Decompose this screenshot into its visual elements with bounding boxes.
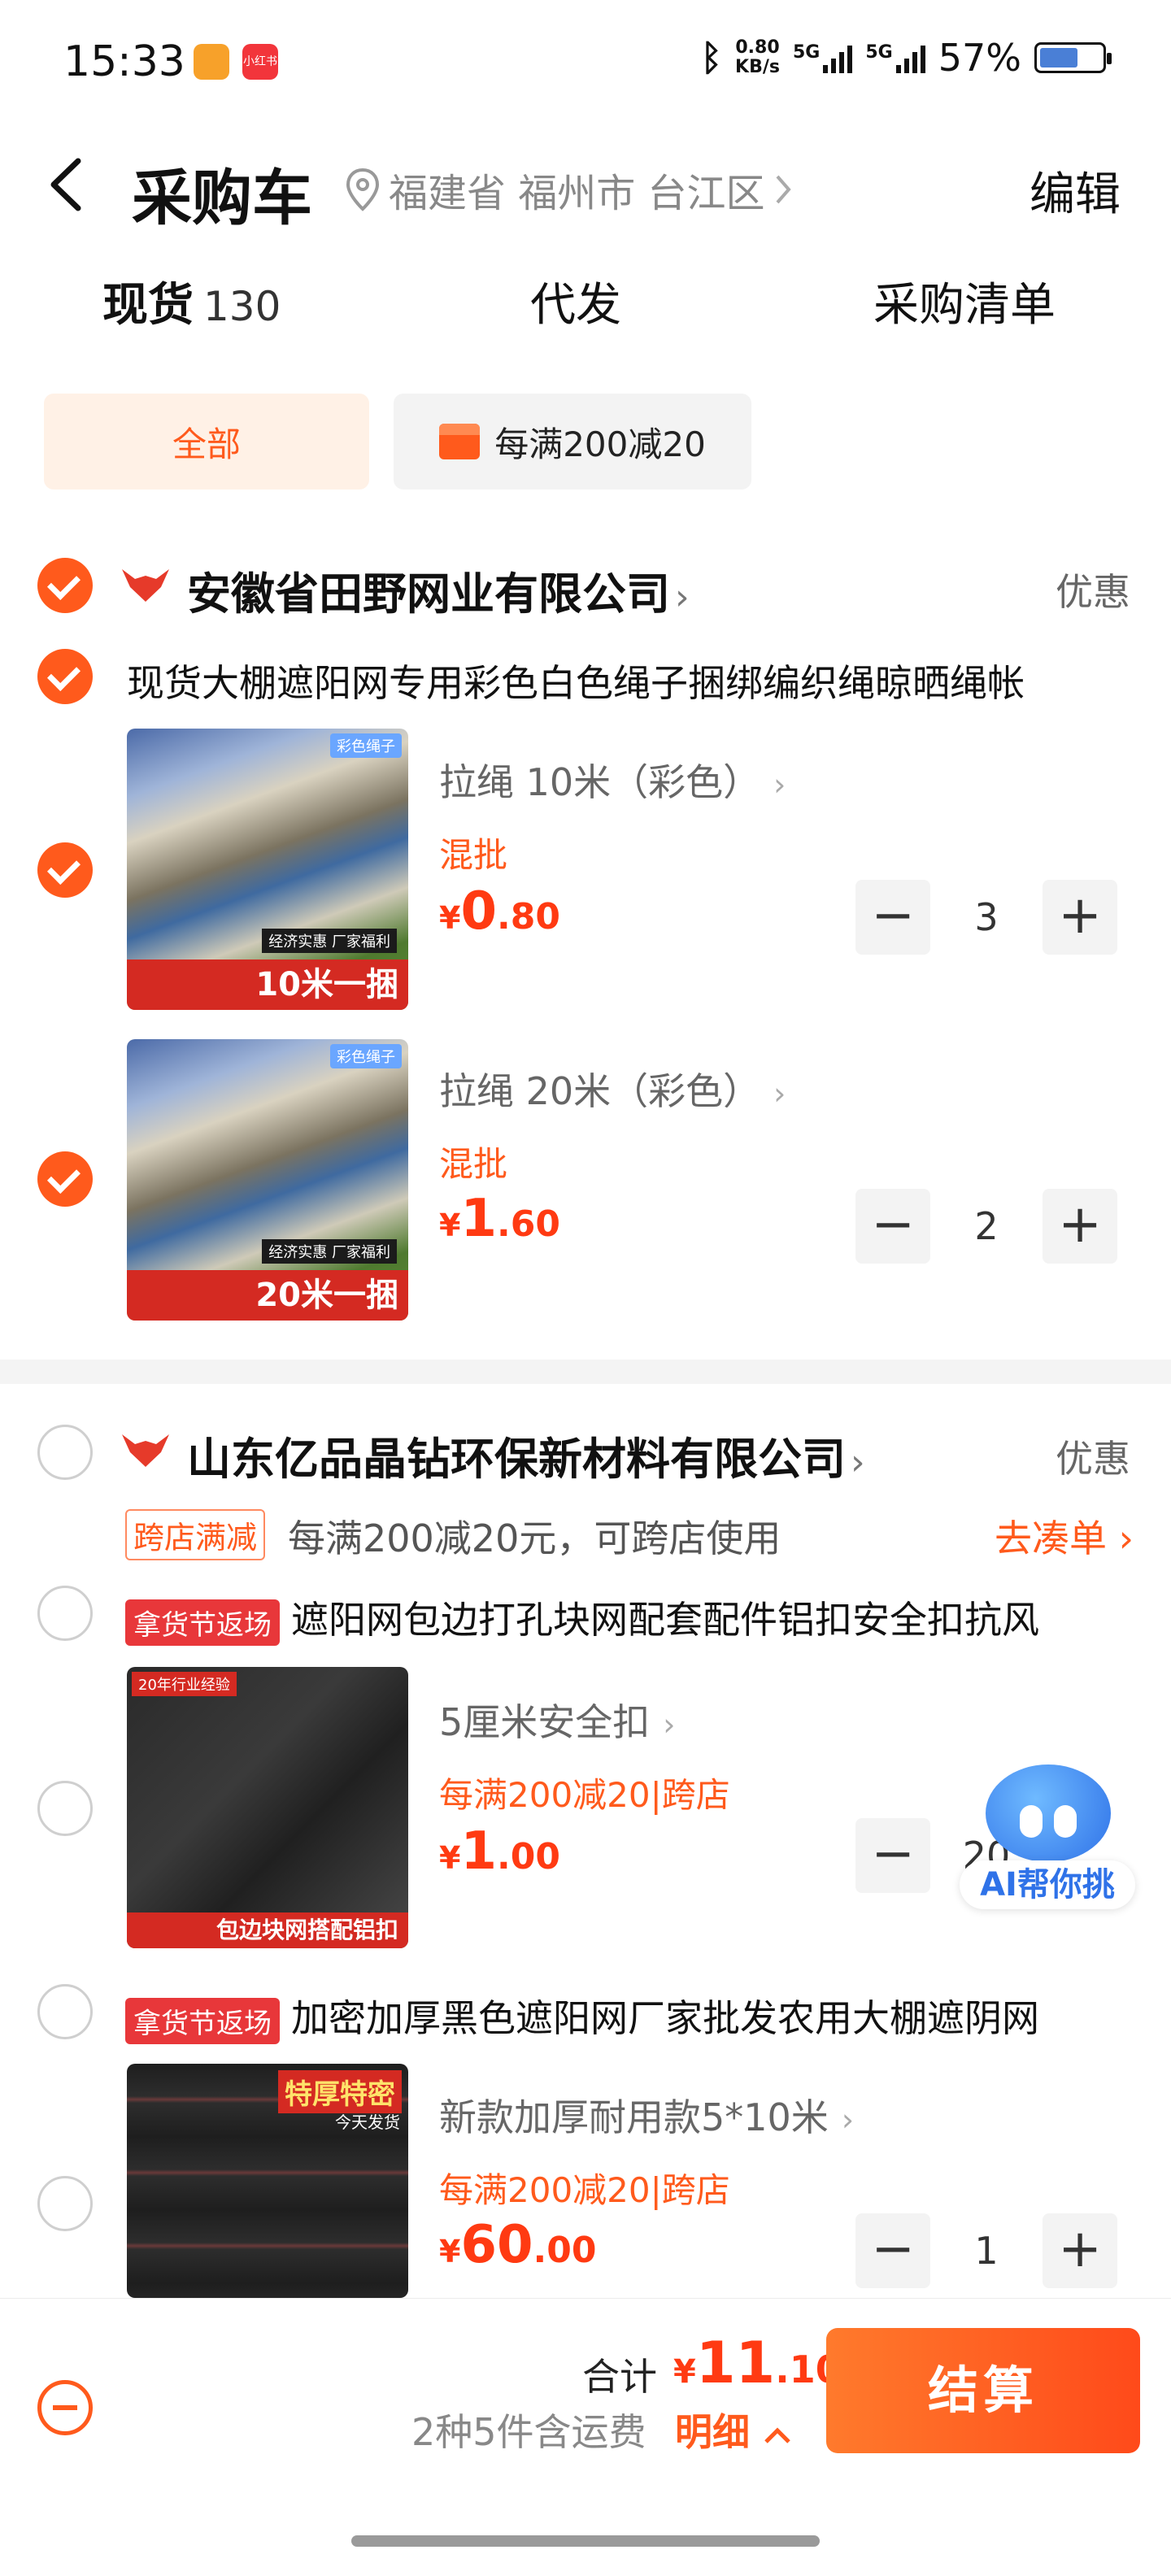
- cross-store-text: 每满200减20元，可跨店使用: [288, 1516, 781, 1560]
- decrease-button[interactable]: −: [855, 880, 930, 955]
- shop-logo-icon: [122, 1434, 169, 1467]
- quantity-value[interactable]: 1: [942, 2213, 1031, 2288]
- chevron-up-icon: [764, 2426, 790, 2443]
- sku-checkbox[interactable]: [37, 2176, 93, 2231]
- product-image[interactable]: 彩色绳子 经济实惠 厂家福利 10米一捆: [127, 729, 408, 1010]
- increase-button[interactable]: +: [1043, 880, 1117, 955]
- tab-bar: 现货 130 代发 采购清单: [0, 268, 1171, 350]
- deselect-icon[interactable]: [37, 2380, 93, 2435]
- quantity-stepper: − 3 +: [855, 880, 1117, 955]
- xiaohongshu-app-icon: 小红书: [242, 44, 278, 80]
- detail-toggle[interactable]: 明细: [675, 2403, 792, 2456]
- product-image[interactable]: 20年行业经验 包边块网搭配铝扣: [127, 1667, 408, 1948]
- decrease-button[interactable]: −: [855, 1189, 930, 1264]
- back-arrow-icon[interactable]: [44, 156, 93, 213]
- shop-logo-icon: [122, 569, 169, 602]
- store-icon: [439, 424, 481, 459]
- signal-icon: 5G: [793, 42, 853, 73]
- product-image[interactable]: 彩色绳子 经济实惠 厂家福利 20米一捆: [127, 1039, 408, 1321]
- sku-checkbox[interactable]: [37, 1151, 93, 1207]
- promo-label: 每满200减20|跨店: [439, 2170, 730, 2210]
- location-pin-icon: [346, 168, 380, 211]
- tab-count: 130: [203, 283, 281, 330]
- product-checkbox[interactable]: [37, 1984, 93, 2039]
- filter-all[interactable]: 全部: [44, 394, 369, 490]
- sku-spec[interactable]: 5厘米安全扣 ›: [439, 1693, 675, 1747]
- checkout-button[interactable]: 结算: [826, 2328, 1140, 2453]
- quantity-stepper: − 2 +: [855, 1189, 1117, 1264]
- bluetooth-icon: ᛒ: [700, 37, 723, 79]
- shop-name[interactable]: 山东亿品晶钻环保新材料有限公司 ›: [187, 1423, 865, 1487]
- location-text: 福建省 福州市 台江区: [389, 171, 765, 216]
- sku-checkbox[interactable]: [37, 1781, 93, 1836]
- home-indicator[interactable]: [351, 2535, 820, 2547]
- cross-store-tag: 跨店满减: [125, 1509, 266, 1560]
- tab-purchase-list[interactable]: 采购清单: [873, 268, 1056, 334]
- ai-label: AI帮你挑: [960, 1860, 1135, 1909]
- quantity-value[interactable]: 3: [942, 880, 1031, 955]
- filter-promo[interactable]: 每满200减20: [394, 394, 751, 490]
- shop-checkbox[interactable]: [37, 558, 93, 613]
- mix-label: 混批: [439, 835, 508, 875]
- bottom-bar: 合计 ¥11.10 2种5件含运费 明细 结算: [0, 2298, 1171, 2576]
- status-bar: 15:33 小红书 ᛒ 0.80 KB/s 5G 5G 57%: [0, 0, 1171, 122]
- decrease-button[interactable]: −: [855, 2213, 930, 2288]
- status-time: 15:33: [63, 37, 185, 86]
- battery-percent: 57%: [938, 36, 1021, 80]
- promo-label: 每满200减20|跨店: [439, 1775, 730, 1815]
- shop-promo-link[interactable]: 优惠: [1056, 1429, 1130, 1483]
- increase-button[interactable]: +: [1043, 2213, 1117, 2288]
- ai-bubble-icon: [986, 1764, 1111, 1862]
- ai-assistant[interactable]: AI帮你挑: [960, 1756, 1135, 1911]
- notification-app-icon: [194, 44, 229, 80]
- product-title[interactable]: 现货大棚遮阳网专用彩色白色绳子捆绑编织绳晾晒绳帐: [127, 654, 1025, 707]
- shop-checkbox[interactable]: [37, 1425, 93, 1480]
- promo-tag: 拿货节返场: [125, 1599, 280, 1646]
- shop-promo-link[interactable]: 优惠: [1056, 563, 1130, 616]
- battery-icon: [1034, 42, 1112, 73]
- status-indicators: ᛒ 0.80 KB/s 5G 5G 57%: [700, 36, 1112, 80]
- sku-spec[interactable]: 拉绳 20米（彩色） ›: [439, 1062, 786, 1116]
- tab-dropship[interactable]: 代发: [530, 268, 621, 334]
- section-divider: [0, 1360, 1171, 1384]
- shop-name[interactable]: 安徽省田野网业有限公司 ›: [187, 558, 690, 622]
- sku-spec[interactable]: 新款加厚耐用款5*10米 ›: [439, 2088, 854, 2142]
- promo-tag: 拿货节返场: [125, 1998, 280, 2044]
- sku-price: ¥1.60: [439, 1189, 560, 1249]
- signal-icon-2: 5G: [865, 42, 925, 73]
- net-speed: 0.80 KB/s: [735, 37, 780, 77]
- header: 采购车 福建省 福州市 台江区 编辑: [0, 138, 1171, 236]
- quantity-value[interactable]: 2: [942, 1189, 1031, 1264]
- total-label: 合计: [582, 2355, 657, 2399]
- sku-checkbox[interactable]: [37, 842, 93, 898]
- location-selector[interactable]: 福建省 福州市 台江区: [345, 161, 793, 218]
- sku-price: ¥60.00: [439, 2215, 597, 2275]
- product-title[interactable]: 拿货节返场 加密加厚黑色遮阳网厂家批发农用大棚遮阴网: [125, 1989, 1039, 2044]
- total-price: ¥11.10: [673, 2330, 842, 2396]
- sku-price: ¥0.80: [439, 881, 560, 942]
- tab-in-stock[interactable]: 现货 130: [102, 268, 281, 334]
- add-on-link[interactable]: 去凑单 ›: [995, 1509, 1134, 1563]
- product-image[interactable]: 特厚特密 今天发货: [127, 2064, 408, 2298]
- sku-price: ¥1.00: [439, 1821, 560, 1882]
- product-checkbox[interactable]: [37, 649, 93, 704]
- product-title[interactable]: 拿货节返场 遮阳网包边打孔块网配套配件铝扣安全扣抗风: [125, 1590, 1039, 1646]
- sku-spec[interactable]: 拉绳 10米（彩色） ›: [439, 753, 786, 807]
- page-title: 采购车: [132, 163, 312, 233]
- mix-label: 混批: [439, 1144, 508, 1184]
- quantity-stepper: − 1 +: [855, 2213, 1117, 2288]
- increase-button[interactable]: +: [1043, 1189, 1117, 1264]
- decrease-button[interactable]: −: [855, 1818, 930, 1893]
- chevron-right-icon: [776, 175, 791, 204]
- product-checkbox[interactable]: [37, 1586, 93, 1641]
- edit-button[interactable]: 编辑: [1030, 158, 1121, 224]
- order-summary: 2种5件含运费: [411, 2410, 646, 2454]
